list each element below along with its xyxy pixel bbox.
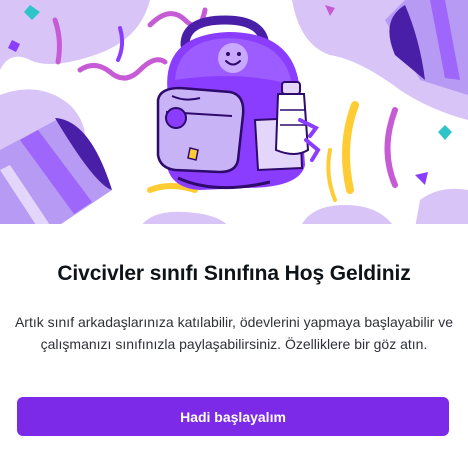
water-bottle-icon	[274, 81, 321, 162]
hero-illustration	[0, 0, 468, 228]
dialog-content: Civcivler sınıfı Sınıfına Hoş Geldiniz A…	[0, 228, 468, 453]
welcome-dialog: Civcivler sınıfı Sınıfına Hoş Geldiniz A…	[0, 0, 468, 453]
dialog-title: Civcivler sınıfı Sınıfına Hoş Geldiniz	[57, 262, 411, 285]
get-started-button[interactable]: Hadi başlayalım	[17, 397, 449, 436]
smiley-face-icon	[218, 43, 248, 73]
dialog-description: Artık sınıf arkadaşlarınıza katılabilir,…	[14, 314, 454, 352]
